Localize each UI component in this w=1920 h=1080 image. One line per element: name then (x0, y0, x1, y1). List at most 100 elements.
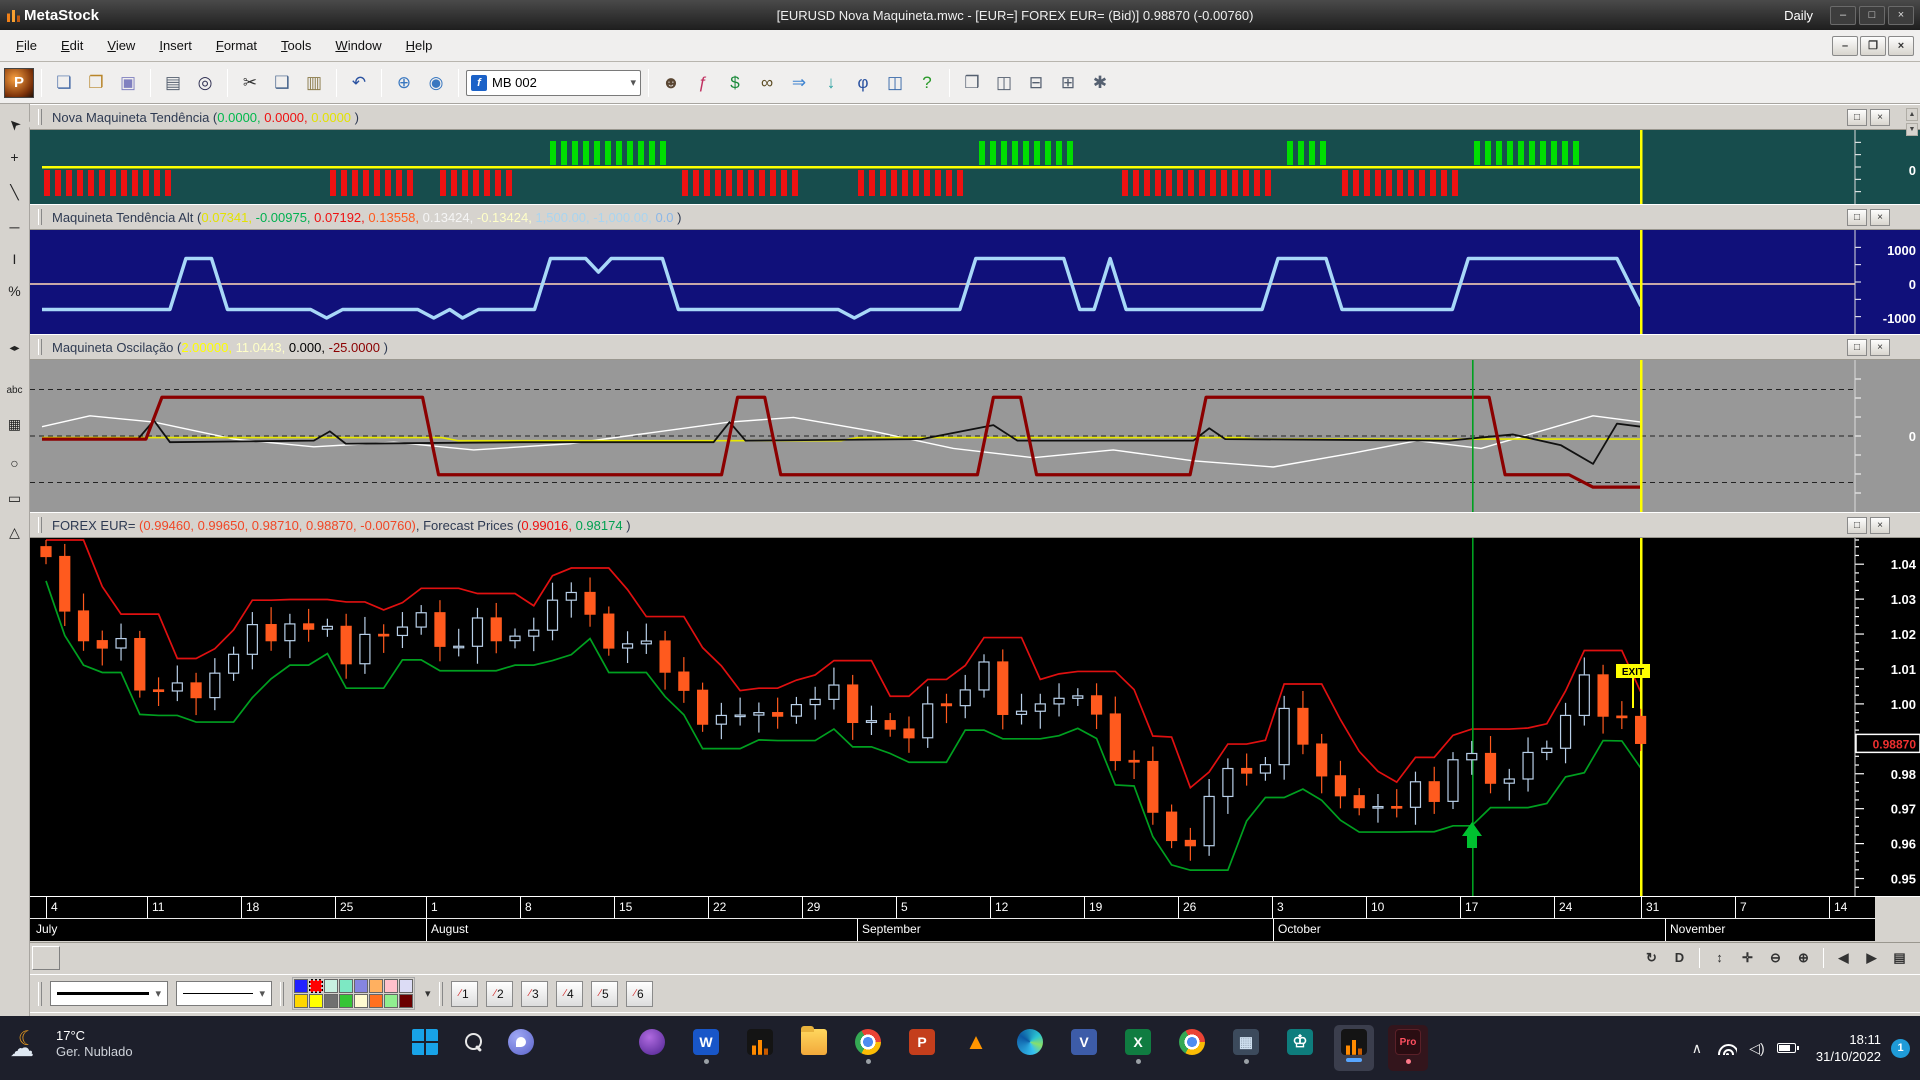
paste-icon[interactable]: ▥ (299, 68, 329, 98)
color-swatch[interactable] (339, 994, 353, 1008)
pan-button[interactable]: ✛ (1735, 946, 1760, 969)
menu-edit[interactable]: Edit (49, 33, 95, 58)
chrome-2-icon[interactable] (1172, 1025, 1212, 1071)
wifi-icon[interactable] (1712, 1042, 1742, 1055)
color-swatch[interactable] (369, 994, 383, 1008)
layouts-icon[interactable]: ✱ (1085, 68, 1115, 98)
pane-down-button[interactable]: ▼ (1906, 123, 1918, 136)
panel-header-p4[interactable]: FOREX EUR= (0.99460, 0.99650, 0.98710, 0… (30, 512, 1920, 538)
edge-icon[interactable] (1010, 1025, 1050, 1071)
zoom-selection-icon[interactable]: ◉ (421, 68, 451, 98)
metastock-icon[interactable] (740, 1025, 780, 1071)
menu-help[interactable]: Help (394, 33, 445, 58)
chrome-icon[interactable] (848, 1025, 888, 1071)
panel-close-button[interactable]: × (1870, 209, 1890, 226)
chart-preset-4-button[interactable]: ∕4 (556, 981, 583, 1007)
print-icon[interactable]: ▤ (158, 68, 188, 98)
explorer-binoculars-icon[interactable]: ∞ (752, 68, 782, 98)
new-chart-icon[interactable]: ❏ (49, 68, 79, 98)
menu-tools[interactable]: Tools (269, 33, 323, 58)
visio-icon[interactable]: V (1064, 1025, 1104, 1071)
chart-preset-6-button[interactable]: ∕6 (626, 981, 653, 1007)
open-chart-icon[interactable]: ❐ (81, 68, 111, 98)
file-explorer-icon[interactable] (794, 1025, 834, 1071)
horizontal-line-tool[interactable]: ─ (2, 214, 27, 239)
panel-close-button[interactable]: × (1870, 109, 1890, 126)
chart-p4[interactable]: EXIT1.041.031.021.011.000.980.970.960.95… (30, 538, 1920, 896)
rectangle-tool[interactable]: ▭ (2, 486, 27, 511)
panel-header-p2[interactable]: Maquineta Tendência Alt (0.07341, -0.009… (30, 204, 1920, 230)
color-swatch[interactable] (354, 994, 368, 1008)
child-minimize-button[interactable]: – (1832, 36, 1858, 56)
menu-window[interactable]: Window (323, 33, 393, 58)
chess-icon[interactable]: ♔ (1280, 1025, 1320, 1071)
powerpoint-icon[interactable]: P (902, 1025, 942, 1071)
color-swatch[interactable] (384, 979, 398, 993)
color-swatch[interactable] (324, 994, 338, 1008)
panel-maximize-button[interactable]: □ (1847, 517, 1867, 534)
chart-preset-1-button[interactable]: ∕1 (451, 981, 478, 1007)
chart-p2[interactable]: 10000-1000 (30, 230, 1920, 334)
panel-maximize-button[interactable]: □ (1847, 109, 1867, 126)
chat-icon[interactable] (501, 1025, 541, 1071)
tray-chevron-icon[interactable]: ∧ (1682, 1040, 1712, 1057)
metastock-active-icon[interactable] (1334, 1025, 1374, 1071)
indicator-builder-icon[interactable]: ƒ (688, 68, 718, 98)
scroll-right-button[interactable]: ▶ (1859, 946, 1884, 969)
word-icon[interactable]: W (686, 1025, 726, 1071)
panel-close-button[interactable]: × (1870, 339, 1890, 356)
menu-insert[interactable]: Insert (147, 33, 204, 58)
context-help-icon[interactable]: ? (912, 68, 942, 98)
grid-tool[interactable]: ▦ (2, 412, 27, 437)
clock[interactable]: 18:11 31/10/2022 (1816, 1031, 1881, 1065)
crosshair-tool[interactable]: + (2, 144, 27, 169)
refresh-button[interactable]: ↻ (1639, 946, 1664, 969)
pointer-tool[interactable]: ➤ (0, 107, 32, 142)
cascade-windows-icon[interactable]: ❒ (957, 68, 987, 98)
vlc-icon[interactable]: ▲ (956, 1025, 996, 1071)
color-swatch[interactable] (309, 979, 323, 993)
panel-grip[interactable] (38, 109, 42, 125)
calculator-icon[interactable]: ▦ (1226, 1025, 1266, 1071)
panel-maximize-button[interactable]: □ (1847, 339, 1867, 356)
vertical-scale-button[interactable]: ↕ (1707, 946, 1732, 969)
palette-more-button[interactable]: ▾ (425, 987, 431, 1000)
search-icon[interactable] (453, 1025, 493, 1071)
template-select[interactable]: fMB 002▾ (466, 70, 641, 96)
maximize-button[interactable]: □ (1859, 6, 1885, 25)
forecast-arrow-icon[interactable]: ⇒ (784, 68, 814, 98)
chart-preset-2-button[interactable]: ∕2 (486, 981, 513, 1007)
acrobat-pro-icon[interactable]: Pro (1388, 1025, 1428, 1071)
trendline-tool[interactable]: ╲ (2, 180, 27, 205)
ellipse-tool[interactable]: ○ (2, 450, 27, 475)
notification-badge[interactable]: 1 (1891, 1039, 1910, 1058)
color-swatch[interactable] (384, 994, 398, 1008)
menu-view[interactable]: View (95, 33, 147, 58)
color-swatch[interactable] (354, 979, 368, 993)
menu-file[interactable]: File (4, 33, 49, 58)
triangle-tool[interactable]: △ (2, 520, 27, 545)
data-window-button[interactable]: ▤ (1887, 946, 1912, 969)
color-swatch[interactable] (324, 979, 338, 993)
semilog-scale-tool[interactable]: % (2, 278, 27, 303)
color-swatch[interactable] (369, 979, 383, 993)
color-swatch[interactable] (294, 994, 308, 1008)
text-cursor-tool[interactable]: I (2, 246, 27, 271)
child-restore-button[interactable]: ❐ (1860, 36, 1886, 56)
color-swatch[interactable] (294, 979, 308, 993)
panel-header-p1[interactable]: Nova Maquineta Tendência (0.0000, 0.0000… (30, 104, 1920, 130)
panel-header-p3[interactable]: Maquineta Oscilação (2.00000, 11.0443, 0… (30, 334, 1920, 360)
print-preview-icon[interactable]: ◎ (190, 68, 220, 98)
dollar-icon[interactable]: $ (720, 68, 750, 98)
panel-close-button[interactable]: × (1870, 517, 1890, 534)
pane-splitter-tool[interactable]: ◂▸ (2, 336, 27, 361)
chart-preset-3-button[interactable]: ∕3 (521, 981, 548, 1007)
panel-grip[interactable] (38, 209, 42, 225)
scroll-left-button[interactable]: ◀ (1831, 946, 1856, 969)
periodicity-daily-button[interactable]: D (1667, 946, 1692, 969)
tile-horizontal-icon[interactable]: ⊟ (1021, 68, 1051, 98)
undo-icon[interactable]: ↶ (344, 68, 374, 98)
color-swatch[interactable] (309, 994, 323, 1008)
crosshair-pointer-icon[interactable]: ⊕ (389, 68, 419, 98)
text-tool[interactable]: abc (2, 378, 27, 403)
